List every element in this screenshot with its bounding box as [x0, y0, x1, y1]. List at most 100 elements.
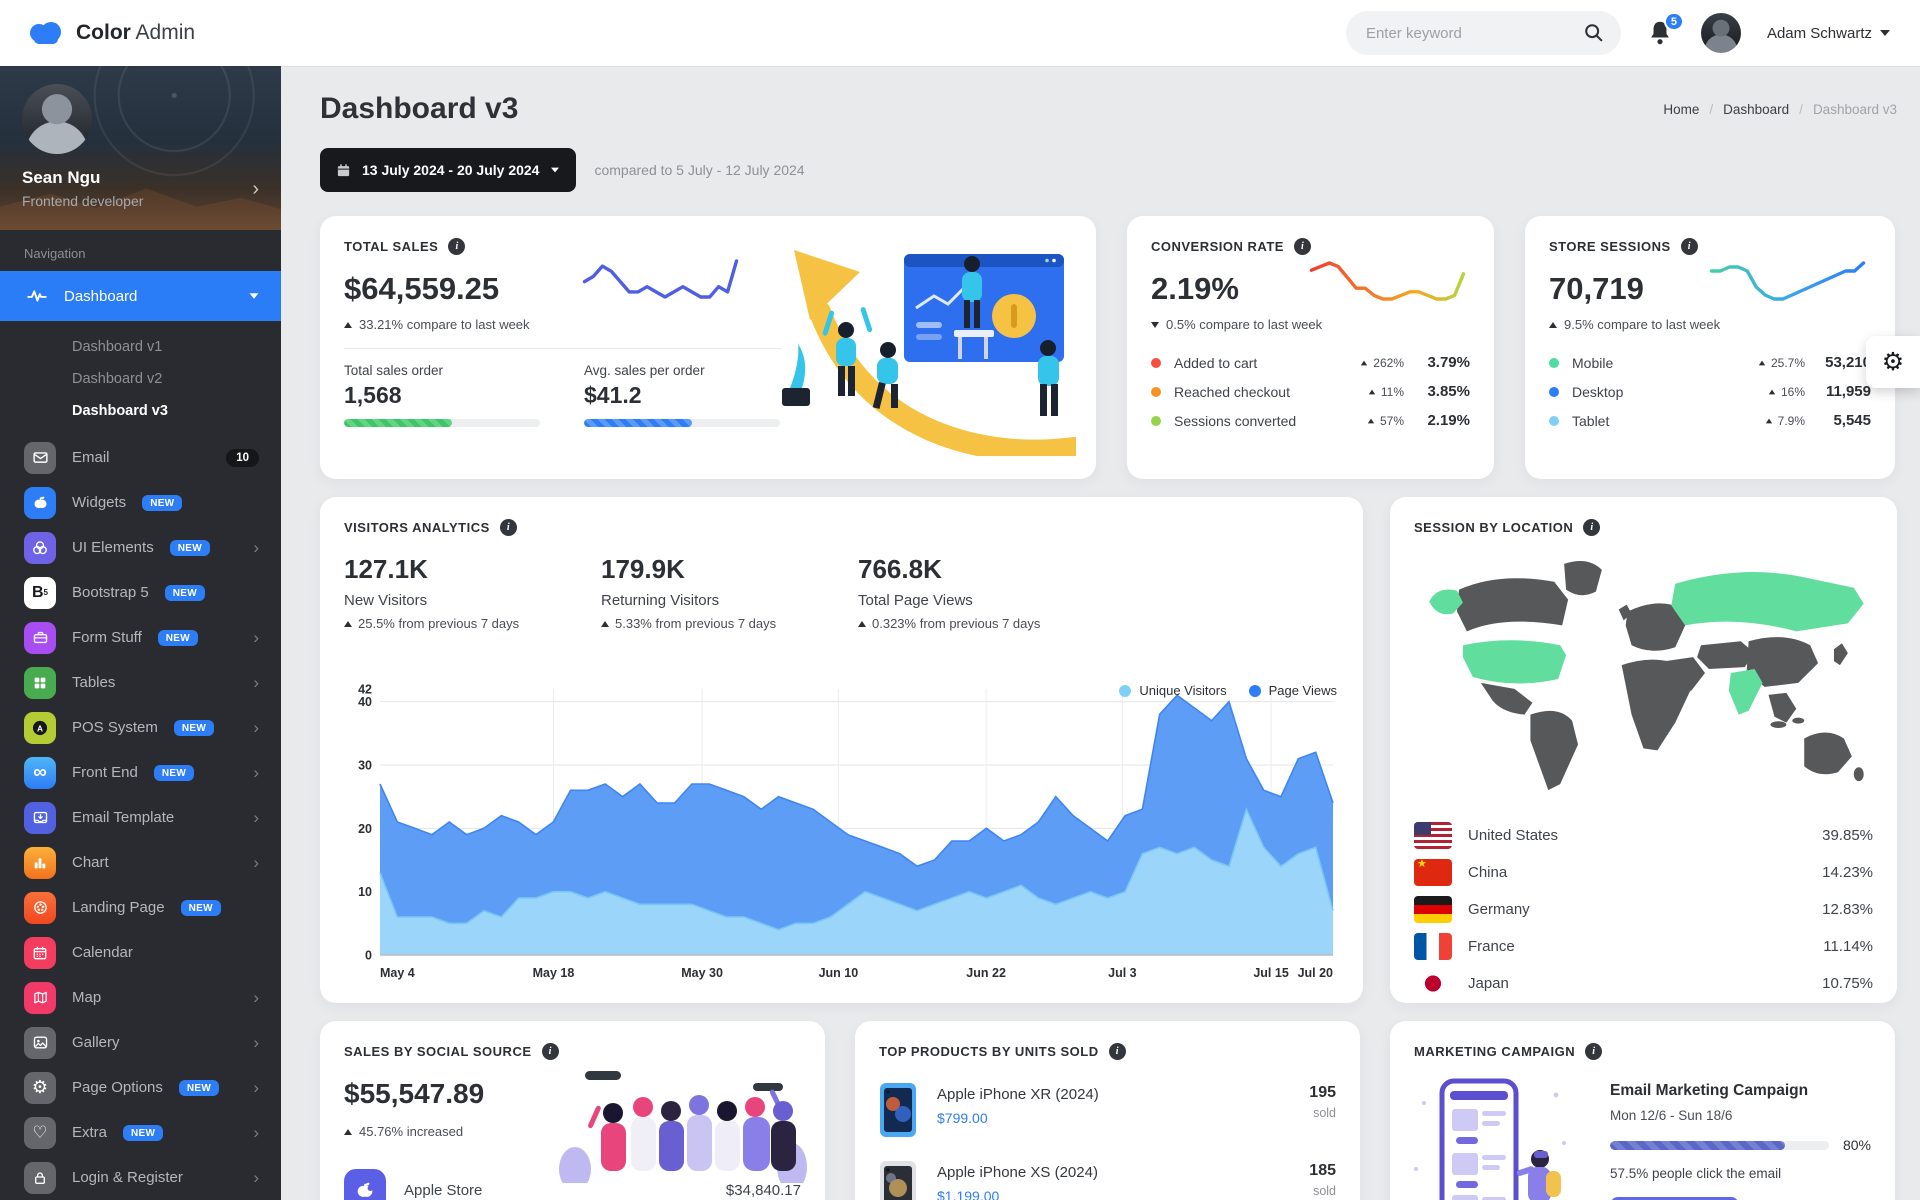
chevron-right-icon: › — [253, 989, 259, 1006]
svg-text:Jun 22: Jun 22 — [966, 966, 1006, 980]
iphone-xr-image — [879, 1082, 917, 1138]
theme-settings-button[interactable]: ⚙ — [1866, 336, 1920, 388]
sidebar-item-label: Login & Register — [72, 1169, 183, 1186]
chevron-right-icon: › — [253, 1079, 259, 1096]
world-map[interactable] — [1414, 550, 1873, 805]
gear-icon: ⚙ — [24, 1072, 56, 1104]
sidebar-item-calendar[interactable]: Calendar — [0, 930, 281, 975]
app-logo[interactable]: Color Admin — [0, 20, 195, 46]
main-content: Dashboard v3 Home / Dashboard / Dashboar… — [281, 66, 1920, 1200]
sidebar-item-form-stuff[interactable]: Form Stuff NEW › — [0, 615, 281, 660]
search-icon[interactable] — [1583, 22, 1605, 44]
new-badge: NEW — [165, 585, 205, 601]
sidebar-item-dashboard-v1[interactable]: Dashboard v1 — [0, 331, 281, 363]
metric-value: 3.85% — [1404, 383, 1470, 400]
product-qty: 195 — [1309, 1084, 1336, 1102]
breadcrumb-dashboard[interactable]: Dashboard — [1723, 102, 1789, 117]
info-icon[interactable]: i — [1585, 1043, 1602, 1060]
sidebar-item-pos-system[interactable]: A POS System NEW › — [0, 705, 281, 750]
sidebar-item-widgets[interactable]: Widgets NEW — [0, 480, 281, 525]
blue-dot-icon — [1549, 387, 1559, 397]
up-arrow-icon — [1765, 418, 1771, 423]
user-menu[interactable]: Adam Schwartz — [1767, 25, 1890, 42]
info-icon[interactable]: i — [1109, 1043, 1126, 1060]
sidebar-item-label: Page Options — [72, 1079, 163, 1096]
sidebar-item-page-options[interactable]: ⚙ Page Options NEW › — [0, 1065, 281, 1110]
sidebar-item-label: Widgets — [72, 494, 126, 511]
sidebar-item-extra[interactable]: ♡ Extra NEW › — [0, 1110, 281, 1155]
campaign-dates: Mon 12/6 - Sun 18/6 — [1610, 1108, 1871, 1123]
stat-label: New Visitors — [344, 592, 601, 609]
total-sales-sparkline — [578, 256, 743, 302]
product-name: Apple iPhone XR (2024) — [937, 1086, 1099, 1103]
sidebar-item-chart[interactable]: Chart › — [0, 840, 281, 885]
chevron-down-icon — [250, 293, 259, 298]
svg-text:May 4: May 4 — [380, 966, 415, 980]
date-range-picker[interactable]: 13 July 2024 - 20 July 2024 — [320, 148, 576, 192]
svg-text:40: 40 — [358, 695, 372, 709]
top-header: Color Admin 5 Adam Schwartz — [0, 0, 1920, 66]
grid-icon — [24, 667, 56, 699]
search-input[interactable] — [1366, 25, 1583, 42]
svg-text:A: A — [37, 723, 43, 733]
product-price[interactable]: $1,199.00 — [937, 1188, 1098, 1200]
store-sessions-card: STORE SESSIONS i 70,719 9.5% compare to … — [1525, 216, 1895, 479]
info-icon[interactable]: i — [1681, 238, 1698, 255]
svg-text:Jul 15: Jul 15 — [1253, 966, 1288, 980]
product-row[interactable]: Apple iPhone XS (2024) $1,199.00 185 sol… — [879, 1160, 1336, 1200]
user-avatar[interactable] — [1701, 13, 1741, 53]
product-qty: 185 — [1309, 1162, 1336, 1180]
sidebar-item-bootstrap-5[interactable]: B5 Bootstrap 5 NEW — [0, 570, 281, 615]
sidebar-item-login-register[interactable]: Login & Register › — [0, 1155, 281, 1200]
user-name: Adam Schwartz — [1767, 25, 1872, 42]
sidebar-profile[interactable]: Sean Ngu Frontend developer › — [0, 66, 281, 230]
product-name: Apple iPhone XS (2024) — [937, 1164, 1098, 1181]
product-row[interactable]: Apple iPhone XR (2024) $799.00 195 sold — [879, 1082, 1336, 1138]
unique-visitors-dot-icon — [1119, 685, 1131, 697]
sidebar-item-dashboard[interactable]: Dashboard — [0, 271, 281, 321]
chevron-down-icon — [1880, 30, 1890, 36]
info-icon[interactable]: i — [1294, 238, 1311, 255]
svg-text:May 30: May 30 — [681, 966, 723, 980]
product-qty-unit: sold — [1309, 1184, 1336, 1198]
chevron-right-icon[interactable]: › — [252, 178, 259, 201]
envelope-icon — [24, 442, 56, 474]
legend-label: Page Views — [1269, 683, 1337, 698]
progress-bar — [344, 419, 540, 427]
sidebar-item-landing-page[interactable]: Landing Page NEW — [0, 885, 281, 930]
sidebar-item-map[interactable]: Map › — [0, 975, 281, 1020]
breadcrumb-separator: / — [1799, 102, 1803, 117]
metric-label: Sessions converted — [1174, 413, 1296, 429]
country-percent: 11.14% — [1823, 938, 1873, 955]
info-icon[interactable]: i — [542, 1043, 559, 1060]
sidebar-item-gallery[interactable]: Gallery › — [0, 1020, 281, 1065]
sidebar-item-label: Form Stuff — [72, 629, 142, 646]
sidebar-item-email[interactable]: Email 10 — [0, 435, 281, 480]
card-title: CONVERSION RATE — [1151, 239, 1284, 254]
profile-avatar — [22, 84, 92, 154]
sidebar-item-dashboard-v2[interactable]: Dashboard v2 — [0, 363, 281, 395]
country-row: United States 39.85% — [1414, 817, 1873, 854]
sidebar-item-label: Map — [72, 989, 101, 1006]
sidebar-item-email-template[interactable]: Email Template › — [0, 795, 281, 840]
notifications-button[interactable]: 5 — [1647, 19, 1675, 47]
info-icon[interactable]: i — [448, 238, 465, 255]
sidebar-item-dashboard-v3[interactable]: Dashboard v3 — [0, 395, 281, 427]
info-icon[interactable]: i — [1583, 519, 1600, 536]
up-arrow-icon — [858, 621, 866, 627]
svg-text:Jul 3: Jul 3 — [1108, 966, 1137, 980]
chart-legend: Unique Visitors Page Views — [1119, 683, 1337, 698]
card-title: VISITORS ANALYTICS — [344, 520, 490, 535]
chevron-right-icon: › — [253, 1169, 259, 1186]
sidebar-item-ui-elements[interactable]: UI Elements NEW › — [0, 525, 281, 570]
product-price[interactable]: $799.00 — [937, 1110, 1099, 1126]
breadcrumb-home[interactable]: Home — [1663, 102, 1699, 117]
flag-germany-icon — [1414, 896, 1452, 923]
search-box[interactable] — [1346, 11, 1621, 55]
chevron-right-icon: › — [253, 539, 259, 556]
chevron-right-icon: › — [253, 764, 259, 781]
sidebar-item-front-end[interactable]: ∞ Front End NEW › — [0, 750, 281, 795]
sidebar-item-tables[interactable]: Tables › — [0, 660, 281, 705]
up-arrow-icon — [1769, 389, 1775, 394]
info-icon[interactable]: i — [500, 519, 517, 536]
